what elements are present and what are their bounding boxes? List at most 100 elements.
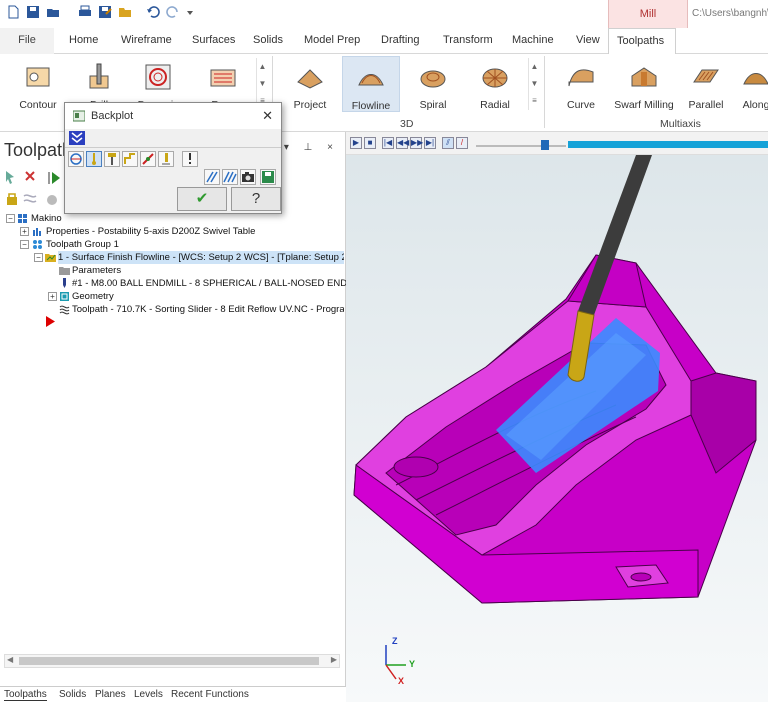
graphics-viewport[interactable]: Z Y X [346, 155, 768, 702]
save-as-icon[interactable] [98, 5, 112, 19]
along-label: Along [742, 99, 768, 111]
play-button[interactable]: ▶ [350, 137, 362, 149]
contour-button[interactable]: Contour [6, 56, 70, 112]
axis-z-label: Z [392, 636, 398, 646]
project-button[interactable]: Project [280, 56, 340, 112]
swarf-milling-button[interactable]: Swarf Milling [612, 56, 676, 112]
dialog-titlebar[interactable]: Backplot ✕ [65, 103, 281, 129]
tree-node-toolpath-group[interactable]: Toolpath Group 1 [46, 238, 119, 251]
step-back-button[interactable]: ◀◀ [396, 137, 409, 149]
tab-file[interactable]: File [0, 28, 54, 54]
tree-node-operation[interactable]: 1 - Surface Finish Flowline - [WCS: Setu… [58, 251, 344, 264]
tab-surfaces[interactable]: Surfaces [192, 34, 235, 46]
operation-folder-icon [45, 254, 56, 262]
expander-geometry[interactable]: + [48, 292, 57, 301]
display-options-icon[interactable] [68, 151, 84, 167]
radial-button[interactable]: Radial [466, 56, 524, 112]
trail-mode-button[interactable]: ⫽ [442, 137, 454, 149]
parameters-folder-icon [59, 267, 70, 275]
tab-solids[interactable]: Solids [253, 34, 283, 46]
tree-node-tool[interactable]: #1 - M8.00 BALL ENDMILL - 8 SPHERICAL / … [72, 277, 368, 290]
tab-levels-manager[interactable]: Levels [134, 689, 163, 700]
manager-tabs: Toolpaths Solids Planes Levels Recent Fu… [0, 686, 346, 702]
verify-icon[interactable] [204, 169, 220, 185]
playback-progress[interactable] [568, 141, 768, 148]
expander-toolpath-group[interactable]: − [20, 240, 29, 249]
axis-y-label: Y [409, 659, 416, 669]
contour-label: Contour [19, 99, 57, 111]
speed-slider-thumb[interactable] [541, 140, 549, 150]
tab-view[interactable]: View [576, 34, 600, 46]
tab-drafting[interactable]: Drafting [381, 34, 420, 46]
tab-toolpaths[interactable]: Toolpaths [608, 28, 676, 55]
tree-node-root[interactable]: Makino [31, 212, 62, 225]
curve-button[interactable]: Curve [552, 56, 610, 112]
close-icon[interactable]: ✕ [262, 108, 273, 124]
open-icon[interactable] [46, 5, 60, 19]
tree-node-geometry[interactable]: Geometry [72, 290, 114, 303]
info-icon[interactable] [182, 151, 198, 167]
tab-home[interactable]: Home [69, 34, 98, 46]
expander-root[interactable]: − [6, 214, 15, 223]
redo-icon[interactable] [166, 5, 180, 19]
tree-node-parameters[interactable]: Parameters [72, 264, 121, 277]
entry-exit-icon[interactable] [140, 151, 156, 167]
tool-icon [63, 278, 66, 288]
tab-planes-manager[interactable]: Planes [95, 689, 126, 700]
along-button[interactable]: Along [736, 56, 768, 112]
rewind-start-button[interactable]: |◀ [382, 137, 394, 149]
tab-solids-manager[interactable]: Solids [59, 689, 86, 700]
tab-transform[interactable]: Transform [443, 34, 493, 46]
panel-controls[interactable]: ▾ ⊥ × [284, 142, 339, 153]
tab-machine[interactable]: Machine [512, 34, 554, 46]
tree-node-toolpath[interactable]: Toolpath - 710.7K - Sorting Slider - 8 E… [72, 303, 344, 316]
parallel-label: Parallel [688, 99, 724, 111]
axes-display-icon[interactable] [158, 151, 174, 167]
undo-icon[interactable] [146, 5, 160, 19]
parallel-button[interactable]: Parallel [680, 56, 732, 112]
stop-button[interactable]: ■ [364, 137, 376, 149]
lock-tools[interactable] [4, 190, 68, 208]
radial-icon [482, 68, 508, 88]
expander-operation[interactable]: − [34, 253, 43, 262]
context-tab-label: Mill [639, 8, 657, 20]
tool-display-icon[interactable] [86, 151, 102, 167]
help-button[interactable]: ? [231, 187, 281, 211]
tool-vector-button[interactable]: / [456, 137, 468, 149]
compare-icon[interactable] [222, 169, 238, 185]
flowline-button[interactable]: Flowline [342, 56, 400, 112]
ok-button[interactable]: ✔ [177, 187, 227, 211]
select-all-icon[interactable] [4, 168, 68, 186]
gallery-scroll-3d[interactable]: ▲ ▼ ≡ [528, 58, 540, 110]
geometry-icon [60, 292, 69, 301]
expander-properties[interactable]: + [20, 227, 29, 236]
tree-horizontal-scrollbar[interactable]: ◀ ▶ [4, 654, 340, 668]
new-icon[interactable] [6, 5, 20, 19]
folder-icon[interactable] [118, 5, 132, 19]
context-tab-mill[interactable]: Mill [608, 0, 688, 28]
radial-label: Radial [480, 99, 510, 111]
rapid-display-icon[interactable] [122, 151, 138, 167]
tab-wireframe[interactable]: Wireframe [121, 34, 172, 46]
tab-toolpaths-manager[interactable]: Toolpaths [4, 689, 47, 701]
tree-node-properties[interactable]: Properties - Postability 5-axis D200Z Sw… [46, 225, 255, 238]
insert-arrow-icon[interactable] [45, 316, 56, 327]
camera-icon[interactable] [240, 169, 256, 185]
save-geometry-icon[interactable] [260, 169, 276, 185]
spiral-button[interactable]: Spiral [404, 56, 462, 112]
step-forward-button[interactable]: ▶▶ [410, 137, 423, 149]
expand-down-icon[interactable] [69, 131, 85, 145]
holder-display-icon[interactable] [104, 151, 120, 167]
lock-icon[interactable] [4, 190, 68, 208]
file-path: C:\Users\bangnh\[ [692, 8, 768, 19]
tab-recent-functions[interactable]: Recent Functions [171, 689, 249, 700]
spiral-label: Spiral [419, 99, 447, 111]
customize-icon[interactable] [186, 5, 194, 19]
select-tools[interactable] [4, 168, 68, 186]
save-icon[interactable] [26, 5, 40, 19]
forward-end-button[interactable]: ▶| [424, 137, 436, 149]
tab-model-prep[interactable]: Model Prep [304, 34, 360, 46]
axis-triad [385, 645, 406, 680]
speed-slider-track[interactable] [476, 145, 566, 147]
print-icon[interactable] [78, 5, 92, 19]
